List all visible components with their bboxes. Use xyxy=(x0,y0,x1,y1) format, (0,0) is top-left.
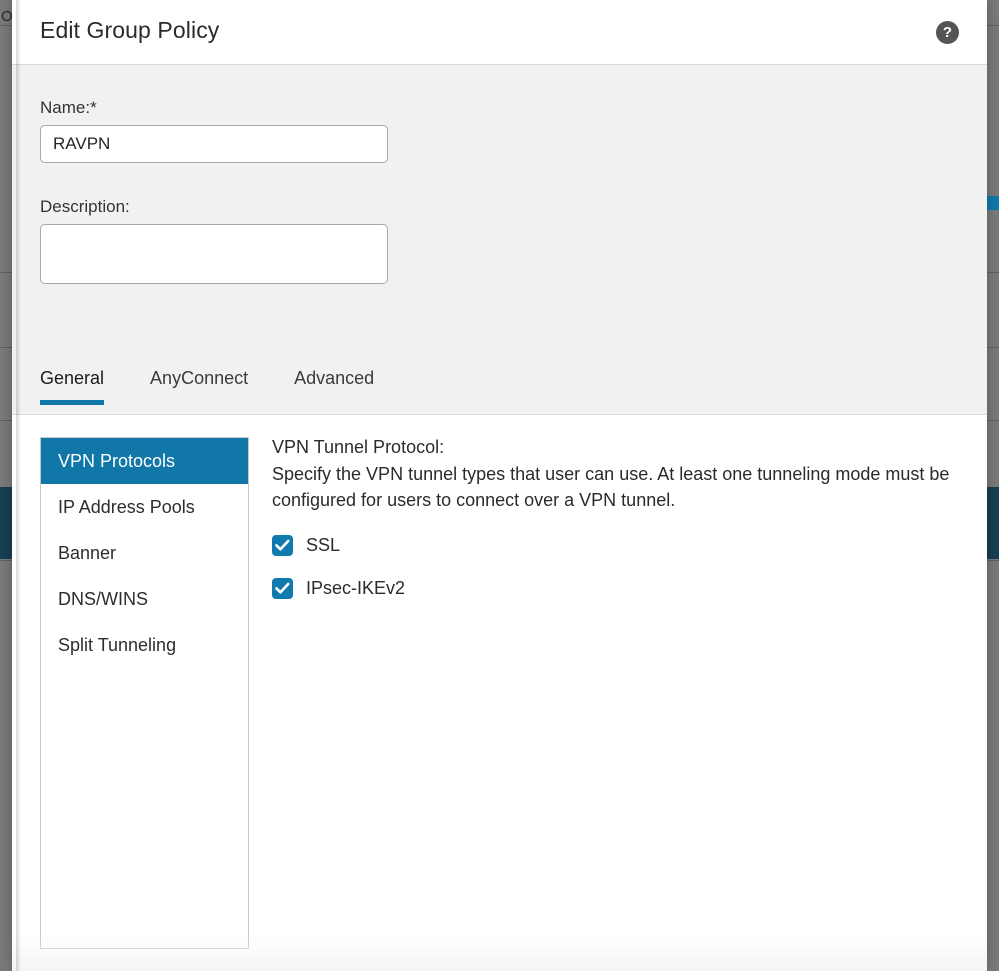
screen: Ov Edit Group Policy ? Name:* xyxy=(0,0,999,971)
tab-general[interactable]: General xyxy=(40,360,105,405)
pane-title: VPN Tunnel Protocol: xyxy=(272,437,445,457)
list-item-ip-address-pools[interactable]: IP Address Pools xyxy=(41,484,248,530)
help-question-icon[interactable]: ? xyxy=(936,21,959,44)
general-tab-panel: VPN Protocols IP Address Pools Banner DN… xyxy=(12,414,987,971)
list-item-banner[interactable]: Banner xyxy=(41,530,248,576)
dialog-header: Edit Group Policy ? xyxy=(12,0,987,65)
name-input[interactable] xyxy=(40,125,388,163)
checkbox-checked-icon[interactable] xyxy=(272,535,293,557)
checkbox-label-ssl: SSL xyxy=(306,535,341,556)
list-item-dns-wins[interactable]: DNS/WINS xyxy=(41,576,248,622)
vpn-protocols-pane: VPN Tunnel Protocol: Specify the VPN tun… xyxy=(272,437,969,600)
name-label: Name:* xyxy=(40,98,97,117)
checkbox-row-ssl[interactable]: SSL xyxy=(272,535,969,557)
tab-advanced[interactable]: Advanced xyxy=(294,360,374,405)
checkbox-row-ipsec-ikev2[interactable]: IPsec-IKEv2 xyxy=(272,578,969,600)
pane-description: Specify the VPN tunnel types that user c… xyxy=(272,464,950,510)
group-policy-section-list[interactable]: VPN Protocols IP Address Pools Banner DN… xyxy=(40,437,249,949)
edit-group-policy-dialog: Edit Group Policy ? Name:* Description: … xyxy=(12,0,987,971)
checkbox-label-ipsec-ikev2: IPsec-IKEv2 xyxy=(306,578,406,599)
description-label: Description: xyxy=(40,197,130,216)
dialog-title: Edit Group Policy xyxy=(40,17,220,43)
dialog-body: Name:* Description: General AnyConnect A… xyxy=(12,65,987,971)
list-item-split-tunneling[interactable]: Split Tunneling xyxy=(41,622,248,668)
list-item-vpn-protocols[interactable]: VPN Protocols xyxy=(41,438,248,484)
tab-anyconnect[interactable]: AnyConnect xyxy=(150,360,248,405)
dialog-tabs: General AnyConnect Advanced xyxy=(12,360,987,414)
description-input[interactable] xyxy=(40,224,388,284)
checkbox-checked-icon[interactable] xyxy=(272,578,293,600)
modal-left-shadow xyxy=(16,0,21,971)
